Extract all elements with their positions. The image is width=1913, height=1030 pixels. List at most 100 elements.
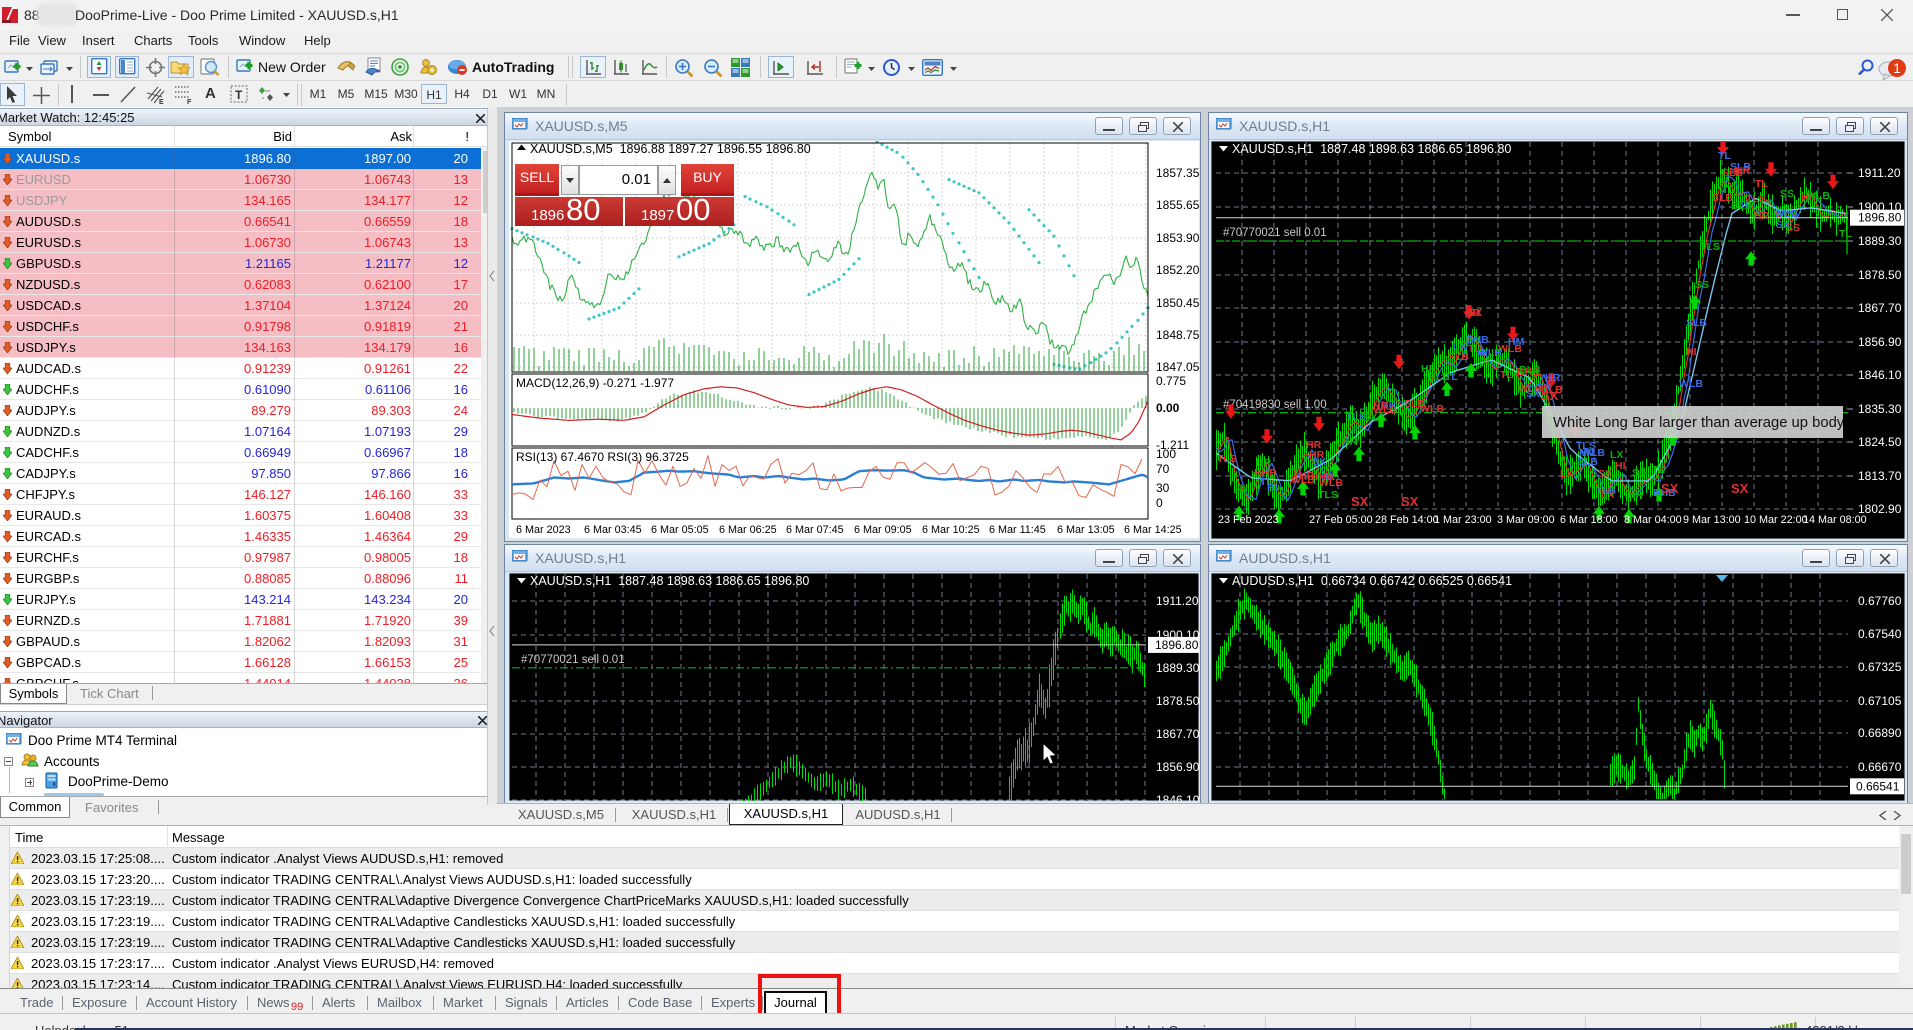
- svg-text:30: 30: [1156, 481, 1170, 495]
- svg-text:0.67760: 0.67760: [1858, 594, 1902, 608]
- svg-text:6 Mar 13:05: 6 Mar 13:05: [1057, 524, 1115, 536]
- svg-text:HR: HR: [1421, 363, 1437, 375]
- svg-text:14 Mar 08:00: 14 Mar 08:00: [1803, 514, 1867, 526]
- svg-text:TL: TL: [1739, 199, 1752, 211]
- svg-text:0.67325: 0.67325: [1858, 660, 1902, 674]
- svg-text:White Long Bar larger than ave: White Long Bar larger than average up bo…: [1553, 415, 1845, 431]
- svg-text:1896.80: 1896.80: [1858, 211, 1902, 225]
- svg-text:1853.90: 1853.90: [1156, 231, 1199, 245]
- svg-text:70: 70: [1156, 462, 1170, 476]
- svg-text:8 Mar 04:00: 8 Mar 04:00: [1624, 514, 1682, 526]
- svg-text:#70770021 sell 0.01: #70770021 sell 0.01: [1223, 227, 1327, 239]
- svg-text:TLS: TLS: [1318, 489, 1338, 501]
- svg-text:HR: HR: [1306, 439, 1322, 451]
- svg-text:10 Mar 22:00: 10 Mar 22:00: [1744, 514, 1808, 526]
- svg-text:6 Mar 18:00: 6 Mar 18:00: [1560, 514, 1618, 526]
- svg-text:TL: TL: [1500, 369, 1513, 381]
- svg-text:TLS: TLS: [1700, 241, 1720, 253]
- svg-text:TL: TL: [1652, 464, 1665, 476]
- svg-text:1889.30: 1889.30: [1156, 661, 1199, 675]
- svg-text:1896.80: 1896.80: [1155, 638, 1199, 652]
- svg-text:1878.50: 1878.50: [1156, 694, 1199, 708]
- svg-text:1856.90: 1856.90: [1858, 335, 1902, 349]
- svg-text:6 Mar 06:25: 6 Mar 06:25: [719, 524, 777, 536]
- svg-text:0.66541: 0.66541: [1856, 779, 1900, 793]
- svg-text:SX: SX: [1598, 468, 1612, 480]
- svg-text:BLB: BLB: [1519, 364, 1541, 376]
- svg-text:6 Mar 14:25: 6 Mar 14:25: [1124, 524, 1182, 536]
- svg-text:TLS: TLS: [1217, 453, 1237, 465]
- svg-text:SX: SX: [1312, 456, 1326, 468]
- svg-text:XAUUSD.s,H1 1887.48 1898.63 1: XAUUSD.s,H1 1887.48 1898.63 1886.65 1896…: [530, 574, 809, 588]
- svg-text:HR: HR: [1545, 372, 1561, 384]
- svg-text:HI: HI: [1235, 484, 1246, 496]
- svg-text:#70419830 sell 1.00: #70419830 sell 1.00: [1223, 399, 1327, 411]
- svg-text:E: E: [159, 99, 164, 105]
- svg-text:1878.50: 1878.50: [1858, 268, 1902, 282]
- svg-text:1852.20: 1852.20: [1156, 263, 1199, 277]
- svg-text:TLS: TLS: [1596, 485, 1616, 497]
- svg-text:F: F: [187, 99, 192, 105]
- svg-text:TL: TL: [1722, 184, 1735, 196]
- svg-text:0.66890: 0.66890: [1858, 726, 1902, 740]
- svg-text:1856.90: 1856.90: [1156, 760, 1199, 774]
- svg-text:SLB: SLB: [1722, 167, 1743, 179]
- svg-text:28 Feb 14:00: 28 Feb 14:00: [1375, 514, 1439, 526]
- svg-text:HI: HI: [1615, 460, 1626, 472]
- svg-text:6 Mar 11:45: 6 Mar 11:45: [989, 524, 1046, 536]
- svg-text:6 Mar 05:05: 6 Mar 05:05: [651, 524, 709, 536]
- svg-text:1867.70: 1867.70: [1858, 301, 1902, 315]
- svg-text:HM: HM: [1579, 447, 1596, 459]
- svg-text:XAUUSD.s,H1 1887.48 1898.63 1: XAUUSD.s,H1 1887.48 1898.63 1886.65 1896…: [1232, 142, 1511, 156]
- svg-text:#70770021 sell 0.01: #70770021 sell 0.01: [521, 654, 625, 666]
- svg-text:WLB: WLB: [1518, 383, 1542, 395]
- svg-text:HI: HI: [1686, 346, 1697, 358]
- svg-text:0.775: 0.775: [1156, 374, 1186, 388]
- svg-text:3 Mar 09:00: 3 Mar 09:00: [1497, 514, 1555, 526]
- svg-text:0.67540: 0.67540: [1858, 627, 1902, 641]
- svg-text:1813.70: 1813.70: [1858, 469, 1902, 483]
- svg-text:RSI(13) 67.4670 RSI(3) 96.372: RSI(13) 67.4670 RSI(3) 96.3725: [516, 450, 689, 464]
- svg-text:SX: SX: [1541, 388, 1559, 403]
- svg-text:TL: TL: [1755, 178, 1768, 190]
- svg-text:1911.20: 1911.20: [1858, 166, 1901, 180]
- svg-text:1846.10: 1846.10: [1156, 793, 1199, 801]
- svg-text:6 Mar 07:45: 6 Mar 07:45: [786, 524, 844, 536]
- svg-text:SX: SX: [1351, 494, 1369, 509]
- svg-text:6 Mar 03:45: 6 Mar 03:45: [584, 524, 642, 536]
- svg-text:1848.75: 1848.75: [1156, 328, 1199, 342]
- svg-text:6 Mar 10:25: 6 Mar 10:25: [922, 524, 980, 536]
- svg-text:T: T: [235, 88, 243, 102]
- svg-text:27 Feb 05:00: 27 Feb 05:00: [1309, 514, 1373, 526]
- svg-text:1911.20: 1911.20: [1156, 594, 1199, 608]
- svg-text:1847.05: 1847.05: [1156, 360, 1199, 374]
- svg-text:WLB: WLB: [1679, 378, 1703, 390]
- svg-text:HR: HR: [1256, 457, 1272, 469]
- svg-text:0.67105: 0.67105: [1858, 694, 1902, 708]
- svg-text:HR: HR: [1754, 210, 1770, 222]
- svg-text:9 Mar 13:00: 9 Mar 13:00: [1683, 514, 1741, 526]
- svg-text:AUDUSD.s,H1 0.66734 0.66742 0: AUDUSD.s,H1 0.66734 0.66742 0.66525 0.66…: [1232, 574, 1512, 588]
- svg-text:SX: SX: [1401, 494, 1419, 509]
- svg-text:SX: SX: [1661, 481, 1679, 496]
- svg-text:HR: HR: [1628, 489, 1644, 501]
- svg-text:LX: LX: [1560, 468, 1573, 480]
- svg-text:0.00: 0.00: [1156, 401, 1180, 415]
- svg-text:1889.30: 1889.30: [1858, 234, 1902, 248]
- svg-text:SLB: SLB: [1404, 398, 1425, 410]
- svg-text:23 Feb 2023: 23 Feb 2023: [1218, 514, 1279, 526]
- svg-text:XAUUSD.s,M5 1896.88 1897.27 1: XAUUSD.s,M5 1896.88 1897.27 1896.55 1896…: [530, 142, 811, 156]
- svg-text:TL: TL: [1839, 228, 1852, 240]
- svg-text:SS: SS: [1695, 279, 1709, 291]
- svg-text:6 Mar 09:05: 6 Mar 09:05: [854, 524, 912, 536]
- svg-text:SS: SS: [1632, 467, 1646, 479]
- svg-text:TL: TL: [1718, 150, 1731, 162]
- svg-text:WLB: WLB: [1319, 477, 1343, 489]
- svg-text:HR: HR: [1373, 400, 1389, 412]
- svg-text:0: 0: [1156, 496, 1163, 510]
- svg-text:1857.35: 1857.35: [1156, 166, 1199, 180]
- svg-text:SX: SX: [1468, 307, 1482, 319]
- svg-text:HR: HR: [1342, 436, 1358, 448]
- svg-text:HR: HR: [1299, 470, 1315, 482]
- svg-text:SX: SX: [1731, 481, 1749, 496]
